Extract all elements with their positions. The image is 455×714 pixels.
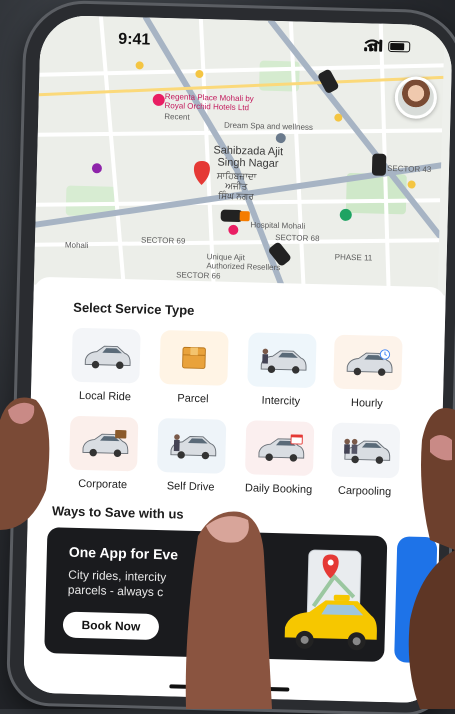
map-label-sector68: SECTOR 68	[275, 232, 320, 244]
map-label-mohali: Mohali	[64, 240, 89, 251]
map-label-hotel: Regenta Place Mohali by Royal Orchid Hot…	[164, 92, 254, 113]
map-label-recent: Recent	[164, 112, 190, 122]
car-icon	[71, 327, 141, 384]
service-type-title: Select Service Type	[73, 299, 195, 318]
parcel-box-icon	[159, 330, 229, 386]
map-label-phase11: PHASE 11	[334, 252, 373, 263]
battery-icon	[388, 40, 411, 52]
map-label-unique: Unique Ajit Authorized Resellers	[206, 252, 281, 273]
map-label-area-punjabi: ਸਾਹਿਬਜ਼ਾਦਾ ਅਜੀਤ ਸਿੰਘ ਨਗਰ	[216, 170, 257, 202]
map-label-area: Sahibzada Ajit Singh Nagar	[213, 144, 284, 171]
map-view[interactable]: 9:41 Regenta Place Mohali by Royal Orchi…	[33, 14, 453, 296]
status-icons	[364, 39, 411, 52]
map-label-sector69: SECTOR 69	[140, 235, 186, 246]
map-label-sector66: SECTOR 66	[176, 270, 221, 281]
map-label-hospital: Hospital Mohali	[250, 220, 306, 231]
map-label-sector43: SECTOR 43	[386, 163, 432, 175]
wifi-icon	[364, 39, 380, 52]
status-time: 9:41	[118, 30, 151, 49]
hands-overlay	[0, 397, 455, 709]
